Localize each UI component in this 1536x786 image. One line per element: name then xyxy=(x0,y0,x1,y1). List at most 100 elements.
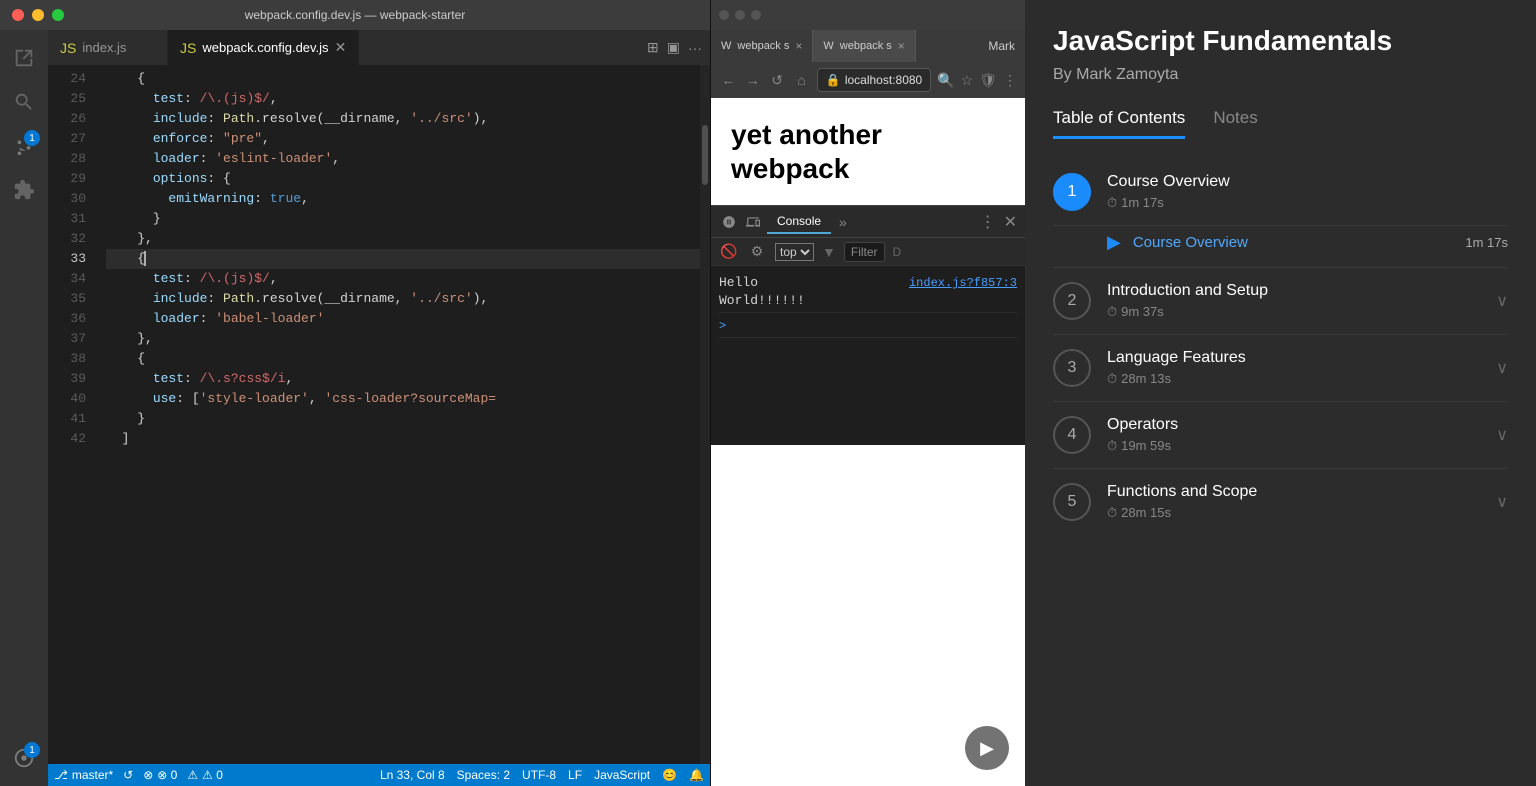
console-settings-btn[interactable]: ⚙ xyxy=(747,242,767,262)
filter-input[interactable]: Filter xyxy=(844,242,885,262)
course-section-2[interactable]: 2 Introduction and Setup ⏱ 9m 37s ∨ xyxy=(1053,268,1508,335)
devtools-more-tabs[interactable]: » xyxy=(839,214,847,230)
course-section-5[interactable]: 5 Functions and Scope ⏱ 28m 15s ∨ xyxy=(1053,469,1508,535)
code-line-26: include: Path.resolve(__dirname, '../src… xyxy=(106,109,700,129)
vertical-scrollbar[interactable] xyxy=(700,65,710,764)
refresh-button[interactable]: ↺ xyxy=(768,70,786,90)
section-info-1: Course Overview ⏱ 1m 17s xyxy=(1107,173,1508,211)
cursor-position[interactable]: Ln 33, Col 8 xyxy=(380,768,445,782)
spaces-indicator[interactable]: Spaces: 2 xyxy=(457,768,510,782)
devtools-inspect-btn[interactable] xyxy=(719,212,739,232)
minimize-button[interactable] xyxy=(32,9,44,21)
browser-tab-2[interactable]: W webpack s × xyxy=(813,30,915,62)
encoding-indicator[interactable]: UTF-8 xyxy=(522,768,556,782)
devtools-tab-console[interactable]: Console xyxy=(767,210,831,234)
tab-favicon-1: W xyxy=(721,40,731,52)
code-line-41: } xyxy=(106,409,700,429)
sync-button[interactable]: ↺ xyxy=(123,768,133,782)
lock-icon: 🔒 xyxy=(826,73,841,87)
back-button[interactable]: ← xyxy=(719,70,737,90)
code-editor[interactable]: 2425262728 2930313233 3435363738 3940414… xyxy=(48,65,710,764)
code-line-29: options: { xyxy=(106,169,700,189)
devtools-sub-toolbar: 🚫 ⚙ top ▼ Filter D xyxy=(711,238,1025,266)
frame-selector[interactable]: top xyxy=(775,243,814,261)
activity-debug[interactable]: 1 xyxy=(4,738,44,778)
browser-tabs: W webpack s × W webpack s × Mark xyxy=(711,30,1025,62)
devtools-responsive-btn[interactable] xyxy=(743,212,763,232)
devtools-actions: ⋮ ✕ xyxy=(980,212,1017,232)
split-editor-icon[interactable]: ⊞ xyxy=(647,39,659,56)
tab-table-of-contents[interactable]: Table of Contents xyxy=(1053,108,1185,139)
browser-mark-tab[interactable]: Mark xyxy=(978,30,1025,62)
language-indicator[interactable]: JavaScript xyxy=(594,768,650,782)
tab-notes[interactable]: Notes xyxy=(1213,108,1257,139)
errors-count[interactable]: ⊗ ⊗ 0 xyxy=(143,768,177,782)
activity-search[interactable] xyxy=(4,82,44,122)
tab-index-js[interactable]: JS index.js xyxy=(48,30,168,65)
branch-name: master* xyxy=(72,768,113,782)
browser-tab-1[interactable]: W webpack s × xyxy=(711,30,813,62)
status-right: Ln 33, Col 8 Spaces: 2 UTF-8 LF JavaScri… xyxy=(380,768,704,782)
page-title-line2: webpack xyxy=(731,153,849,184)
shield-icon[interactable]: 🛡 xyxy=(979,72,997,89)
code-line-30: emitWarning: true, xyxy=(106,189,700,209)
devtools-close-icon[interactable]: ✕ xyxy=(1004,212,1017,232)
notifications-bell[interactable]: 🔔 xyxy=(689,768,704,782)
warnings-count[interactable]: ⚠ ⚠ 0 xyxy=(187,768,223,782)
tab-close-button[interactable]: ✕ xyxy=(335,39,347,56)
browser-maximize[interactable] xyxy=(751,10,761,20)
status-bar: ⎇ master* ↺ ⊗ ⊗ 0 ⚠ ⚠ 0 Ln 33, Col 8 Spa… xyxy=(48,764,710,786)
browser-tab-close-1[interactable]: × xyxy=(795,39,802,53)
home-button[interactable]: ⌂ xyxy=(792,70,810,90)
section-duration-2: ⏱ 9m 37s xyxy=(1107,304,1480,320)
star-icon[interactable]: ☆ xyxy=(961,72,974,89)
git-branch[interactable]: ⎇ master* xyxy=(54,768,113,782)
activity-explorer[interactable] xyxy=(4,38,44,78)
browser-minimize[interactable] xyxy=(735,10,745,20)
tab-label-index: index.js xyxy=(82,40,126,55)
filter-extra: D xyxy=(893,245,902,259)
section-info-2: Introduction and Setup ⏱ 9m 37s xyxy=(1107,282,1480,320)
browser-title-bar xyxy=(711,0,1025,30)
error-icon: ⊗ xyxy=(143,768,153,782)
activity-bottom: 1 xyxy=(4,738,44,778)
search-icon[interactable]: 🔍 xyxy=(937,72,954,89)
code-line-42: ] xyxy=(106,429,700,449)
tab-webpack-config[interactable]: JS webpack.config.dev.js ✕ xyxy=(168,30,359,65)
activity-extensions[interactable] xyxy=(4,170,44,210)
maximize-button[interactable] xyxy=(52,9,64,21)
browser-close[interactable] xyxy=(719,10,729,20)
code-content[interactable]: { test: /\.(js)$/, include: Path.resolve… xyxy=(98,65,700,764)
console-source-link[interactable]: index.js?f857:3 xyxy=(909,274,1017,292)
browser-content: yet another webpack Console » ⋮ ✕ xyxy=(711,98,1025,786)
clock-icon-4: ⏱ xyxy=(1107,438,1117,454)
devtools-toolbar: Console » ⋮ ✕ xyxy=(711,206,1025,238)
devtools-menu-icon[interactable]: ⋮ xyxy=(980,212,996,232)
activity-source-control[interactable]: 1 xyxy=(4,126,44,166)
playing-sub-item[interactable]: ▶ Course Overview 1m 17s xyxy=(1053,226,1508,268)
section-name-2: Introduction and Setup xyxy=(1107,282,1480,300)
course-author: By Mark Zamoyta xyxy=(1053,66,1508,84)
more-icon[interactable]: ⋮ xyxy=(1003,72,1017,89)
course-section-3[interactable]: 3 Language Features ⏱ 28m 13s ∨ xyxy=(1053,335,1508,402)
console-prompt-line[interactable]: > xyxy=(719,313,1017,338)
browser-tab-close-2[interactable]: × xyxy=(898,39,905,53)
play-button[interactable]: ▶ xyxy=(965,726,1009,770)
course-title: JavaScript Fundamentals xyxy=(1053,24,1508,58)
browser-tab-label-1: webpack s xyxy=(737,40,789,52)
close-button[interactable] xyxy=(12,9,24,21)
course-tabs: Table of Contents Notes xyxy=(1053,108,1508,139)
forward-button[interactable]: → xyxy=(743,70,761,90)
emoji-feedback[interactable]: 😊 xyxy=(662,768,677,782)
chevron-down-icon-3: ∨ xyxy=(1496,358,1508,378)
eol-indicator[interactable]: LF xyxy=(568,768,582,782)
course-section-1[interactable]: 1 Course Overview ⏱ 1m 17s xyxy=(1053,159,1508,226)
scrollbar-thumb[interactable] xyxy=(702,125,708,185)
more-actions-icon[interactable]: ··· xyxy=(688,40,702,56)
chevron-down-icon-5: ∨ xyxy=(1496,492,1508,512)
course-section-4[interactable]: 4 Operators ⏱ 19m 59s ∨ xyxy=(1053,402,1508,469)
editor-layout-icon[interactable]: ▣ xyxy=(667,39,680,56)
address-input[interactable]: 🔒 localhost:8080 xyxy=(817,68,931,92)
debug-badge: 1 xyxy=(24,742,40,758)
clear-console-btn[interactable]: 🚫 xyxy=(719,242,739,262)
